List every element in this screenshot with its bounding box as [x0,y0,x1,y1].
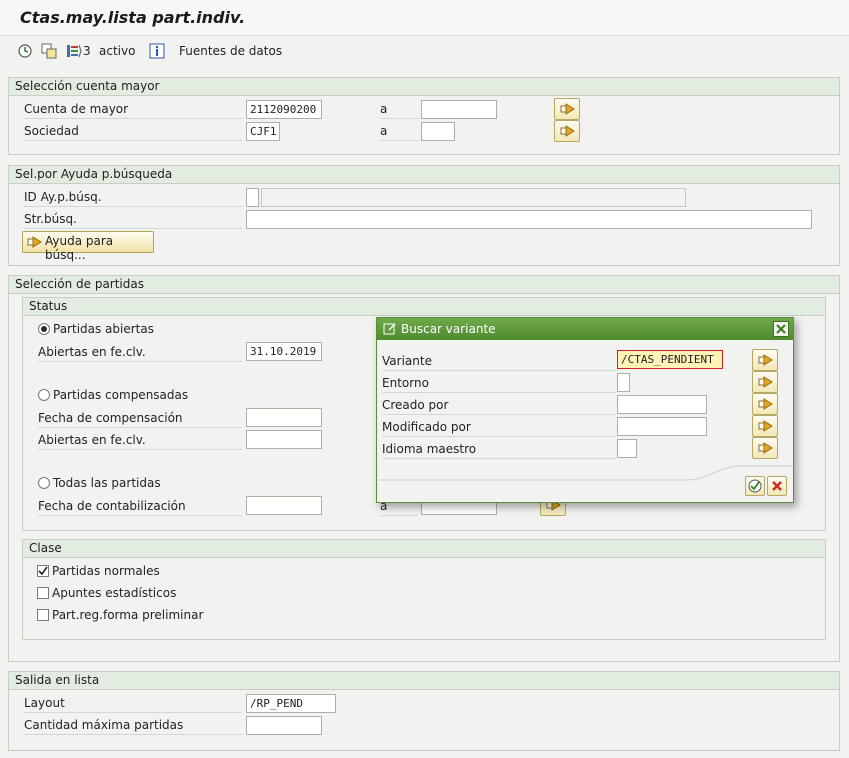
group-header: Sel.por Ayuda p.búsqueda [9,166,839,184]
id-ayuda-label: ID Ay.p.búsq. [24,189,242,207]
arrow-right-icon [758,376,773,388]
arrow-right-icon [758,442,773,454]
arrow-right-icon [758,354,773,366]
variant-icon[interactable] [41,43,57,59]
abiertas-fecha-input[interactable]: 31.10.2019 [246,342,322,361]
checkbox-partidas-normales[interactable] [37,565,49,577]
radio-todas-partidas[interactable] [38,477,50,489]
abiertas-fecha2-input[interactable] [246,430,322,449]
arrow-right-icon [758,398,773,410]
radio-partidas-compensadas[interactable] [38,389,50,401]
group-header: Salida en lista [9,672,839,690]
str-busq-input[interactable] [246,210,812,229]
str-busq-label: Str.búsq. [24,211,242,229]
entorno-label: Entorno [382,375,616,393]
multiple-selection-button[interactable] [554,98,580,120]
sociedad-to-input[interactable] [421,122,455,141]
arrow-right-icon [560,125,575,137]
dynamic-selection-icon[interactable] [66,43,82,59]
idioma-maestro-input[interactable] [617,439,637,458]
radio-partidas-abiertas-label: Partidas abiertas [53,322,154,336]
cuenta-mayor-label: Cuenta de mayor [24,101,242,119]
abiertas-fecha2-label: Abiertas en fe.clv. [38,432,242,450]
execute-icon [748,479,762,493]
arrow-right-icon [560,103,575,115]
cantidad-maxima-input[interactable] [246,716,322,735]
cancel-button[interactable] [767,476,787,496]
multiple-selection-button[interactable] [752,393,778,415]
fecha-contabilizacion-from-input[interactable] [246,496,322,515]
edit-icon [383,323,396,335]
info-icon[interactable] [149,43,165,59]
active-label: activo [99,44,136,58]
radio-partidas-abiertas[interactable] [38,323,50,335]
cancel-icon [772,481,782,491]
creado-por-label: Creado por [382,397,616,415]
abiertas-fecha-label: Abiertas en fe.clv. [38,344,242,362]
dialog-title: Buscar variante [377,318,793,340]
search-help-button[interactable]: Ayuda para búsq... [22,231,154,262]
dialog-footer-divider [377,465,793,481]
range-to-label: a [380,123,418,141]
range-to-label: a [380,101,418,119]
multiple-selection-button[interactable] [752,349,778,371]
fecha-compensacion-input[interactable] [246,408,322,427]
cuenta-mayor-from-input[interactable]: 2112090200 [246,100,322,119]
sociedad-from-input[interactable]: CJF1 [246,122,280,141]
modificado-por-input[interactable] [617,417,707,436]
execute-icon[interactable] [17,43,33,59]
checkmark-icon [38,566,48,576]
idioma-maestro-label: Idioma maestro [382,441,616,459]
page-title: Ctas.may.lista part.indiv. [20,8,246,27]
close-icon [776,324,786,334]
group-header: Selección cuenta mayor [9,78,839,96]
multiple-selection-button[interactable] [752,415,778,437]
radio-todas-partidas-label: Todas las partidas [53,476,161,490]
checkbox-apuntes-estadisticos[interactable] [37,587,49,599]
multiple-selection-button[interactable] [554,120,580,142]
variante-label: Variante [382,353,616,371]
entorno-input[interactable] [617,373,630,392]
variante-input[interactable]: /CTAS_PENDIENT [617,350,723,369]
creado-por-input[interactable] [617,395,707,414]
group-header: Selección de partidas [9,276,839,294]
sociedad-label: Sociedad [24,123,242,141]
active-count: 3 [83,44,91,58]
layout-input[interactable]: /RP_PEND [246,694,336,713]
radio-partidas-compensadas-label: Partidas compensadas [53,388,189,402]
dialog-close-button[interactable] [773,321,789,337]
arrow-right-icon [758,420,773,432]
cantidad-maxima-label: Cantidad máxima partidas [24,717,242,735]
multiple-selection-button[interactable] [752,437,778,459]
arrow-right-icon [27,236,42,248]
fecha-compensacion-label: Fecha de compensación [38,410,242,428]
checkbox-apuntes-estadisticos-label: Apuntes estadísticos [52,586,177,600]
id-ayuda-description [261,188,686,207]
execute-button[interactable] [745,476,765,496]
id-ayuda-input[interactable] [246,188,259,207]
subgroup-header: Clase [23,540,825,558]
multiple-selection-button[interactable] [752,371,778,393]
subgroup-header: Status [23,298,825,316]
checkbox-partidas-normales-label: Partidas normales [52,564,160,578]
modificado-por-label: Modificado por [382,419,616,437]
checkbox-part-preliminar[interactable] [37,609,49,621]
data-sources-button[interactable]: Fuentes de datos [179,44,282,58]
checkbox-part-preliminar-label: Part.reg.forma preliminar [52,608,204,622]
layout-label: Layout [24,695,242,713]
find-variant-dialog: Buscar variante Variante /CTAS_PENDIENT … [376,317,794,503]
cuenta-mayor-to-input[interactable] [421,100,497,119]
fecha-contabilizacion-label: Fecha de contabilización [38,498,242,516]
